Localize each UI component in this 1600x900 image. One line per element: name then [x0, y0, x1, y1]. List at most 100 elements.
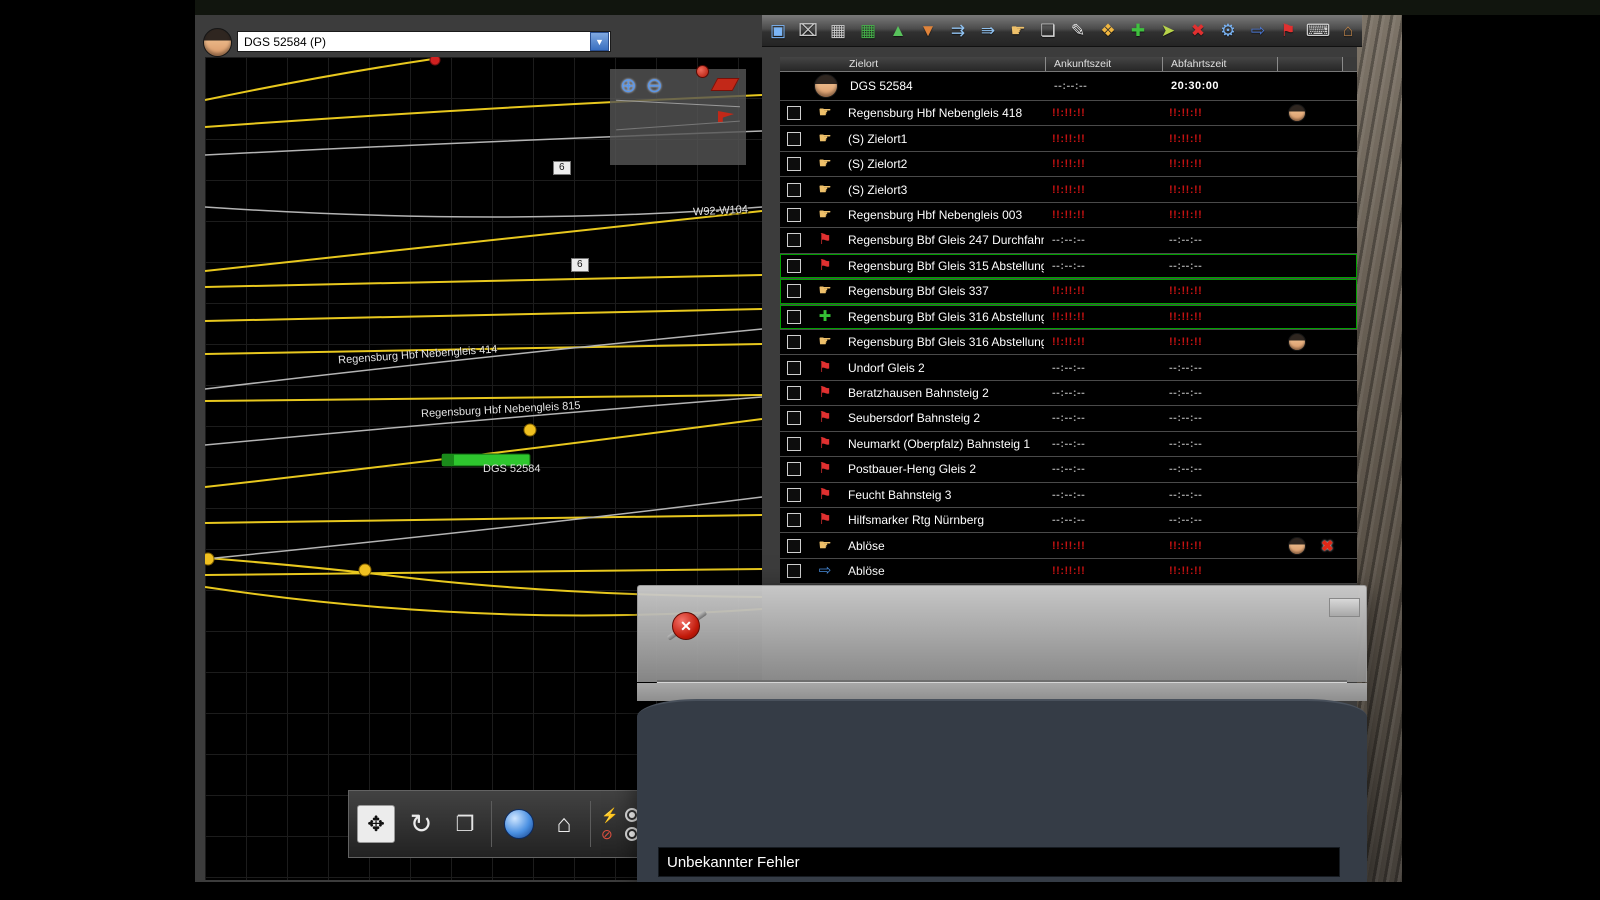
- table-row[interactable]: ⚑Feucht Bahnsteig 3--:--:----:--:--: [780, 483, 1357, 508]
- grid-small-icon[interactable]: ▦: [826, 18, 850, 44]
- flag-icon: ⚑: [814, 487, 836, 503]
- row-checkbox[interactable]: [787, 284, 801, 298]
- zoom-in-icon[interactable]: ⊕: [620, 73, 637, 98]
- table-row[interactable]: ☛(S) Zielort2!!:!!:!!!!:!!:!!: [780, 152, 1357, 177]
- cancel-icon[interactable]: ✖: [1321, 537, 1334, 555]
- driver-avatar: [814, 74, 838, 98]
- depot-icon[interactable]: ⌂: [1336, 18, 1360, 44]
- remove-destination-icon[interactable]: ✖: [1186, 18, 1210, 44]
- train-select[interactable]: DGS 52584 (P) ▼: [237, 31, 611, 52]
- arrival-time: !!:!!:!!: [1044, 336, 1161, 348]
- row-checkbox[interactable]: [787, 462, 801, 476]
- table-row[interactable]: ⇨Ablöse!!:!!:!!!!:!!:!!: [780, 559, 1357, 584]
- raise-icon[interactable]: ▲: [886, 18, 910, 44]
- table-row[interactable]: ☛Regensburg Hbf Nebengleis 003!!:!!:!!!!…: [780, 203, 1357, 228]
- tile-windows-icon[interactable]: ❖: [1096, 18, 1120, 44]
- add-waypoint-icon[interactable]: ➤: [1156, 18, 1180, 44]
- table-row[interactable]: ☛Regensburg Bbf Gleis 337!!:!!:!!!!:!!:!…: [780, 279, 1357, 304]
- table-row[interactable]: ⚑Undorf Gleis 2--:--:----:--:--: [780, 355, 1357, 380]
- disconnect-icon[interactable]: ✕: [668, 608, 708, 646]
- world-map-button[interactable]: [504, 809, 534, 839]
- table-row[interactable]: ☛Regensburg Bbf Gleis 316 Abstellung!!:!…: [780, 330, 1357, 355]
- row-checkbox[interactable]: [787, 361, 801, 375]
- table-row[interactable]: ☛(S) Zielort1!!:!!:!!!!:!!:!!: [780, 126, 1357, 151]
- arrival-time: --:--:--: [1044, 463, 1161, 475]
- destination-label: Ablöse: [848, 564, 1044, 578]
- home-view-button[interactable]: ⌂: [546, 806, 582, 842]
- arrival-time: !!:!!:!!: [1044, 565, 1161, 577]
- pan-tool-button[interactable]: ✥: [357, 805, 395, 843]
- row-checkbox[interactable]: [787, 411, 801, 425]
- table-row[interactable]: ⚑Beratzhausen Bahnsteig 2--:--:----:--:-…: [780, 381, 1357, 406]
- table-row[interactable]: ⚑Regensburg Bbf Gleis 247 Durchfahrt--:-…: [780, 228, 1357, 253]
- flag-icon: ⚑: [814, 512, 836, 528]
- table-row[interactable]: ☛Regensburg Hbf Nebengleis 418!!:!!:!!!!…: [780, 101, 1357, 126]
- destination-label: Regensburg Bbf Gleis 337: [848, 284, 1044, 298]
- row-checkbox[interactable]: [787, 259, 801, 273]
- row-checkbox[interactable]: [787, 488, 801, 502]
- exit-icon[interactable]: ⇨: [1246, 18, 1270, 44]
- table-row[interactable]: ☛(S) Zielort3!!:!!:!!!!:!!:!!: [780, 177, 1357, 202]
- hand-icon: ☛: [814, 156, 836, 172]
- add-destination-icon[interactable]: ✚: [1126, 18, 1150, 44]
- table-row[interactable]: ⚑Postbauer-Heng Gleis 2--:--:----:--:--: [780, 457, 1357, 482]
- table-row[interactable]: ⚑Hilfsmarker Rtg Nürnberg--:--:----:--:-…: [780, 508, 1357, 533]
- table-row[interactable]: ☛Ablöse!!:!!:!!!!:!!:!!✖: [780, 533, 1357, 558]
- departure-time: --:--:--: [1161, 260, 1276, 272]
- handover-icon: ⇨: [814, 563, 836, 579]
- rotate-view-button[interactable]: ↻: [403, 806, 439, 842]
- row-checkbox[interactable]: [787, 437, 801, 451]
- arrival-time: --:--:--: [1046, 80, 1163, 92]
- arrival-time: !!:!!:!!: [1044, 311, 1161, 323]
- table-row[interactable]: ⚑Regensburg Bbf Gleis 315 Abstellung--:-…: [780, 254, 1357, 279]
- edit-list-icon[interactable]: ✎: [1066, 18, 1090, 44]
- departure-time: --:--:--: [1161, 438, 1276, 450]
- insert-before-icon[interactable]: ⇉: [946, 18, 970, 44]
- row-checkbox[interactable]: [787, 208, 801, 222]
- grid-large-icon[interactable]: ▦: [856, 18, 880, 44]
- destination-label: Neumarkt (Oberpfalz) Bahnsteig 1: [848, 437, 1044, 451]
- train-select-value: DGS 52584 (P): [238, 35, 589, 49]
- passenger-list-icon[interactable]: ❏: [1036, 18, 1060, 44]
- hand-icon: ☛: [814, 207, 836, 223]
- destination-label: Hilfsmarker Rtg Nürnberg: [848, 513, 1044, 527]
- save-icon[interactable]: ▣: [766, 18, 790, 44]
- row-checkbox[interactable]: [787, 183, 801, 197]
- arrival-time: --:--:--: [1044, 260, 1161, 272]
- train-summary-row[interactable]: DGS 52584 --:--:-- 20:30:00: [780, 72, 1357, 101]
- col-header-ankunftszeit: Ankunftszeit: [1045, 57, 1162, 71]
- app-window: DGS 52584 (P) ▼: [0, 0, 1600, 900]
- delete-icon[interactable]: ⌧: [796, 18, 820, 44]
- detach-window-button[interactable]: ❐: [447, 806, 483, 842]
- hand-tool-icon[interactable]: ☛: [1006, 18, 1030, 44]
- database-settings-icon[interactable]: ⚙: [1216, 18, 1240, 44]
- zoom-out-icon[interactable]: ⊖: [646, 73, 663, 98]
- row-checkbox[interactable]: [787, 513, 801, 527]
- flag-icon: ⚑: [814, 410, 836, 426]
- lower-icon[interactable]: ▼: [916, 18, 940, 44]
- departure-time: --:--:--: [1161, 387, 1276, 399]
- error-dialog: ✕ Unbekannter Fehler: [637, 585, 1367, 882]
- row-checkbox[interactable]: [787, 310, 801, 324]
- row-checkbox[interactable]: [787, 157, 801, 171]
- dialog-thumb-button[interactable]: [1329, 598, 1360, 617]
- keypad-icon[interactable]: ⌨: [1306, 18, 1330, 44]
- departure-time: !!:!!:!!: [1161, 285, 1276, 297]
- row-checkbox[interactable]: [787, 335, 801, 349]
- arrival-time: --:--:--: [1044, 489, 1161, 501]
- destination-label: (S) Zielort3: [848, 183, 1044, 197]
- signal-symbol-icon[interactable]: [711, 78, 740, 91]
- flag-icon[interactable]: ⚑: [1276, 18, 1300, 44]
- row-checkbox[interactable]: [787, 233, 801, 247]
- row-checkbox[interactable]: [787, 386, 801, 400]
- chevron-down-icon[interactable]: ▼: [590, 32, 609, 51]
- row-checkbox[interactable]: [787, 539, 801, 553]
- table-row[interactable]: ⚑Neumarkt (Oberpfalz) Bahnsteig 1--:--:-…: [780, 432, 1357, 457]
- table-row[interactable]: ⚑Seubersdorf Bahnsteig 2--:--:----:--:--: [780, 406, 1357, 431]
- row-checkbox[interactable]: [787, 132, 801, 146]
- row-checkbox[interactable]: [787, 106, 801, 120]
- hand-icon: ☛: [814, 131, 836, 147]
- row-checkbox[interactable]: [787, 564, 801, 578]
- table-row[interactable]: ✚Regensburg Bbf Gleis 316 Abstellung!!:!…: [780, 305, 1357, 330]
- insert-after-icon[interactable]: ⇛: [976, 18, 1000, 44]
